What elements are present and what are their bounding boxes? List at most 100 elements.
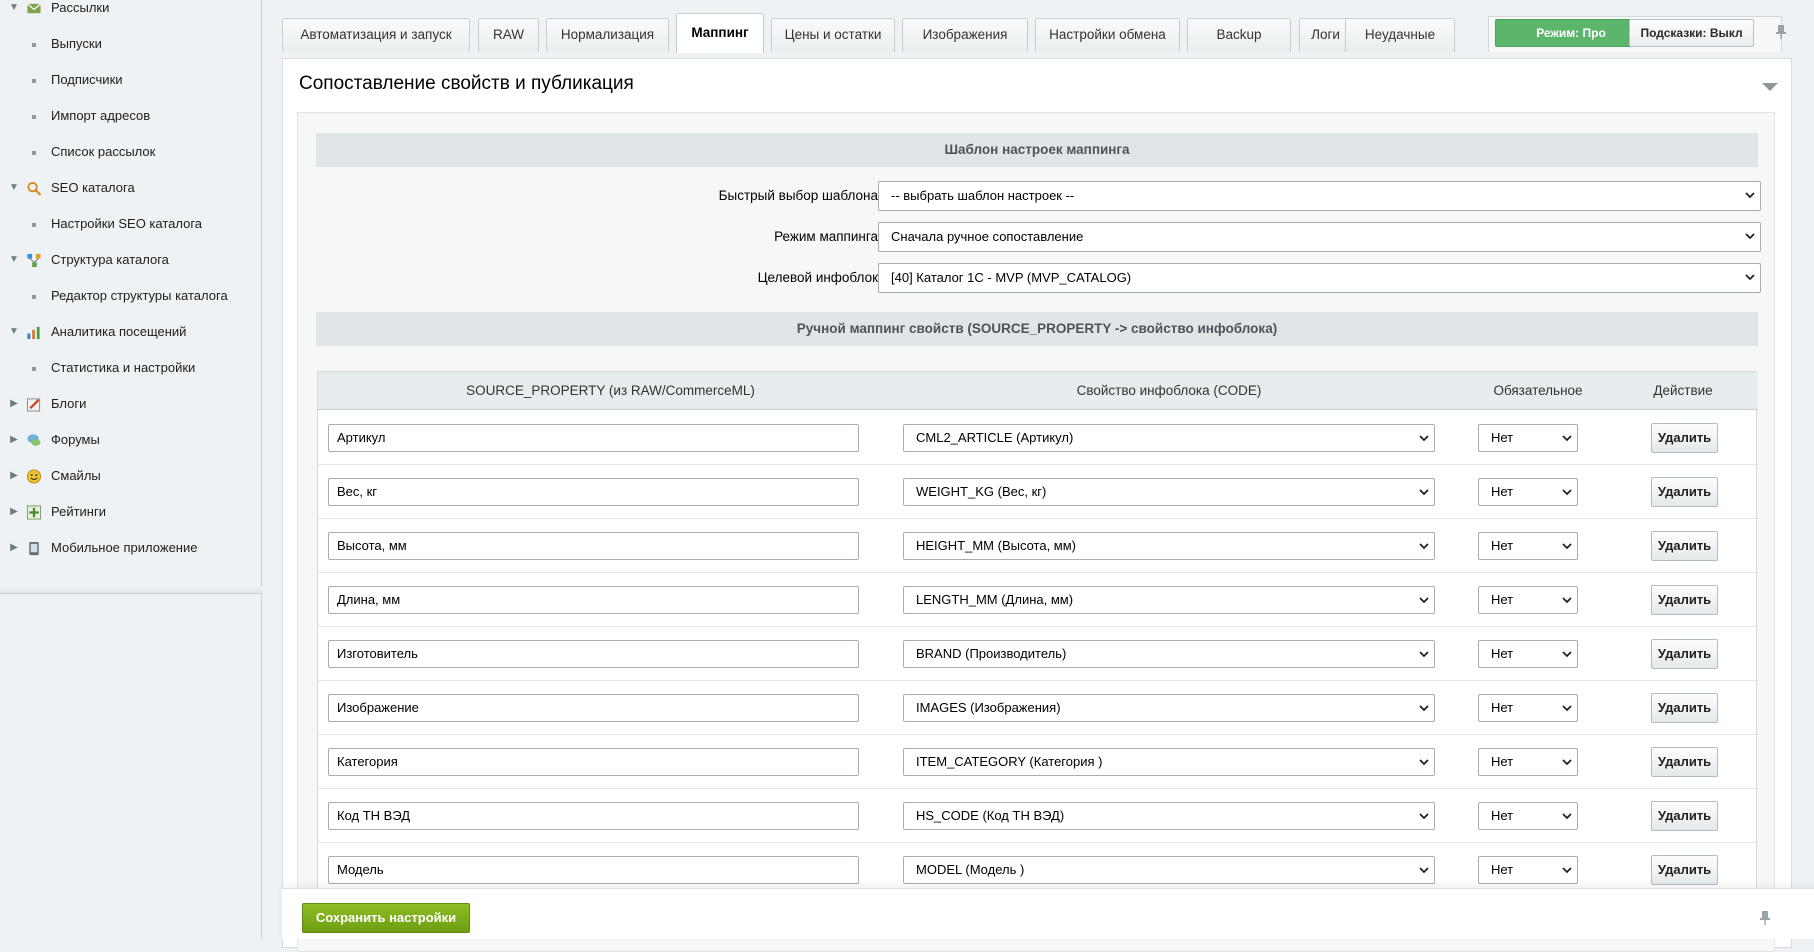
iblock-property-select[interactable]: MODEL (Модель ) xyxy=(903,856,1435,884)
sidebar-subitem[interactable]: Список рассылок xyxy=(0,134,262,170)
select-value: Нет xyxy=(1491,538,1514,553)
required-select[interactable]: Нет xyxy=(1478,802,1578,830)
sidebar-subitem[interactable]: Подписчики xyxy=(0,62,262,98)
tab-item[interactable]: Backup xyxy=(1187,18,1291,52)
tab-item[interactable]: Изображения xyxy=(902,18,1028,52)
mapping-mode-select[interactable]: Сначала ручное сопоставление xyxy=(878,222,1761,252)
chevron-down-icon xyxy=(1562,705,1572,712)
delete-button[interactable]: Удалить xyxy=(1651,531,1718,561)
sidebar-subitem[interactable]: Редактор структуры каталога xyxy=(0,278,262,314)
chevron-down-icon xyxy=(1745,274,1755,281)
field-label: Целевой инфоблок xyxy=(757,270,878,285)
mode-button[interactable]: Режим: Про xyxy=(1495,19,1647,47)
chevron-down-icon xyxy=(1562,597,1572,604)
sidebar-subitem[interactable]: Выпуски xyxy=(0,26,262,62)
required-select[interactable]: Нет xyxy=(1478,532,1578,560)
sidebar: ▼ Рассылки Выпуски Подписчики Импорт адресов… xyxy=(0,0,262,939)
select-value: Нет xyxy=(1491,754,1514,769)
sidebar-divider xyxy=(0,593,262,594)
sidebar-item-seo[interactable]: ▼ SEO каталога xyxy=(0,170,262,206)
delete-button[interactable]: Удалить xyxy=(1651,693,1718,723)
delete-button[interactable]: Удалить xyxy=(1651,423,1718,453)
iblock-property-select[interactable]: LENGTH_MM (Длина, мм) xyxy=(903,586,1435,614)
source-property-input[interactable]: Изображение xyxy=(328,694,859,722)
pin-icon[interactable] xyxy=(1758,910,1772,926)
iblock-property-select[interactable]: HS_CODE (Код ТН ВЭД) xyxy=(903,802,1435,830)
delete-button[interactable]: Удалить xyxy=(1651,747,1718,777)
chevron-down-icon xyxy=(1745,192,1755,199)
expanded-arrow-icon[interactable]: ▼ xyxy=(9,242,19,278)
collapsed-arrow-icon[interactable]: ▶ xyxy=(9,458,19,494)
required-select[interactable]: Нет xyxy=(1478,478,1578,506)
sidebar-item-mobile[interactable]: ▶ Мобильное приложение xyxy=(0,530,262,566)
tab-item[interactable]: Цены и остатки xyxy=(771,18,895,52)
sidebar-item-label: Рейтинги xyxy=(51,504,106,519)
iblock-property-select[interactable]: CML2_ARTICLE (Артикул) xyxy=(903,424,1435,452)
collapsed-arrow-icon[interactable]: ▶ xyxy=(9,386,19,422)
sidebar-item-structure[interactable]: ▼ Структура каталога xyxy=(0,242,262,278)
pin-icon[interactable] xyxy=(1774,24,1788,40)
chevron-down-icon xyxy=(1419,759,1429,766)
source-property-input[interactable]: Категория xyxy=(328,748,859,776)
required-select[interactable]: Нет xyxy=(1478,694,1578,722)
expanded-arrow-icon[interactable]: ▼ xyxy=(9,0,19,26)
delete-button[interactable]: Удалить xyxy=(1651,639,1718,669)
sidebar-subitem[interactable]: Статистика и настройки xyxy=(0,350,262,386)
iblock-property-select[interactable]: ITEM_CATEGORY (Категория ) xyxy=(903,748,1435,776)
sidebar-item-blog[interactable]: ▶ Блоги xyxy=(0,386,262,422)
sidebar-item-smile[interactable]: ▶ Смайлы xyxy=(0,458,262,494)
sidebar-item-label: Редактор структуры каталога xyxy=(51,288,228,303)
mobile-icon xyxy=(29,541,39,556)
template-select[interactable]: -- выбрать шаблон настроек -- xyxy=(878,181,1761,211)
expanded-arrow-icon[interactable]: ▼ xyxy=(9,314,19,350)
sidebar-item-label: Смайлы xyxy=(51,468,101,483)
tab-item[interactable]: Неудачные xyxy=(1345,18,1455,52)
sidebar-item-mail[interactable]: ▼ Рассылки xyxy=(0,0,262,26)
required-select[interactable]: Нет xyxy=(1478,640,1578,668)
table-row: Длина, мм LENGTH_MM (Длина, мм) Нет Удалить xyxy=(318,573,1758,627)
tab-item[interactable]: Настройки обмена xyxy=(1035,18,1180,52)
required-select[interactable]: Нет xyxy=(1478,586,1578,614)
iblock-property-select[interactable]: IMAGES (Изображения) xyxy=(903,694,1435,722)
required-select[interactable]: Нет xyxy=(1478,424,1578,452)
collapsed-arrow-icon[interactable]: ▶ xyxy=(9,530,19,566)
source-property-input[interactable]: Модель xyxy=(328,856,859,884)
hints-button[interactable]: Подсказки: Выкл xyxy=(1629,19,1754,47)
delete-button[interactable]: Удалить xyxy=(1651,585,1718,615)
sidebar-subitem[interactable]: Импорт адресов xyxy=(0,98,262,134)
sidebar-item-forum[interactable]: ▶ Форумы xyxy=(0,422,262,458)
iblock-property-select[interactable]: HEIGHT_MM (Высота, мм) xyxy=(903,532,1435,560)
form-row-iblock: Целевой инфоблок [40] Каталог 1С - MVP (… xyxy=(298,263,1776,293)
source-property-input[interactable]: Длина, мм xyxy=(328,586,859,614)
source-property-input[interactable]: Изготовитель xyxy=(328,640,859,668)
delete-button[interactable]: Удалить xyxy=(1651,801,1718,831)
collapse-icon[interactable] xyxy=(1760,81,1780,93)
sidebar-item-analytics[interactable]: ▼ Аналитика посещений xyxy=(0,314,262,350)
table-row: Изображение IMAGES (Изображения) Нет Удалит… xyxy=(318,681,1758,735)
iblock-property-select[interactable]: BRAND (Производитель) xyxy=(903,640,1435,668)
collapsed-arrow-icon[interactable]: ▶ xyxy=(9,494,19,530)
tab-item[interactable]: Автоматизация и запуск xyxy=(282,18,470,52)
source-property-input[interactable]: Артикул xyxy=(328,424,859,452)
expanded-arrow-icon[interactable]: ▼ xyxy=(9,170,19,206)
tab-item[interactable]: Нормализация xyxy=(546,18,669,52)
column-header-source: SOURCE_PROPERTY (из RAW/CommerceML) xyxy=(466,383,755,398)
source-property-input[interactable]: Код ТН ВЭД xyxy=(328,802,859,830)
save-settings-button[interactable]: Сохранить настройки xyxy=(302,903,470,933)
target-iblock-select[interactable]: [40] Каталог 1С - MVP (MVP_CATALOG) xyxy=(878,263,1761,293)
select-value: HS_CODE (Код ТН ВЭД) xyxy=(916,808,1065,823)
sidebar-subitem[interactable]: Настройки SEO каталога xyxy=(0,206,262,242)
iblock-property-select[interactable]: WEIGHT_KG (Вес, кг) xyxy=(903,478,1435,506)
delete-button[interactable]: Удалить xyxy=(1651,477,1718,507)
source-property-input[interactable]: Высота, мм xyxy=(328,532,859,560)
tab-item[interactable]: RAW xyxy=(478,18,539,52)
required-select[interactable]: Нет xyxy=(1478,856,1578,884)
source-property-input[interactable]: Вес, кг xyxy=(328,478,859,506)
required-select[interactable]: Нет xyxy=(1478,748,1578,776)
sidebar-item-rating[interactable]: ▶ Рейтинги xyxy=(0,494,262,530)
tab-item[interactable]: Маппинг xyxy=(676,13,764,53)
mail-icon xyxy=(27,3,41,14)
delete-button[interactable]: Удалить xyxy=(1651,855,1718,885)
collapsed-arrow-icon[interactable]: ▶ xyxy=(9,422,19,458)
select-value: ITEM_CATEGORY (Категория ) xyxy=(916,754,1103,769)
